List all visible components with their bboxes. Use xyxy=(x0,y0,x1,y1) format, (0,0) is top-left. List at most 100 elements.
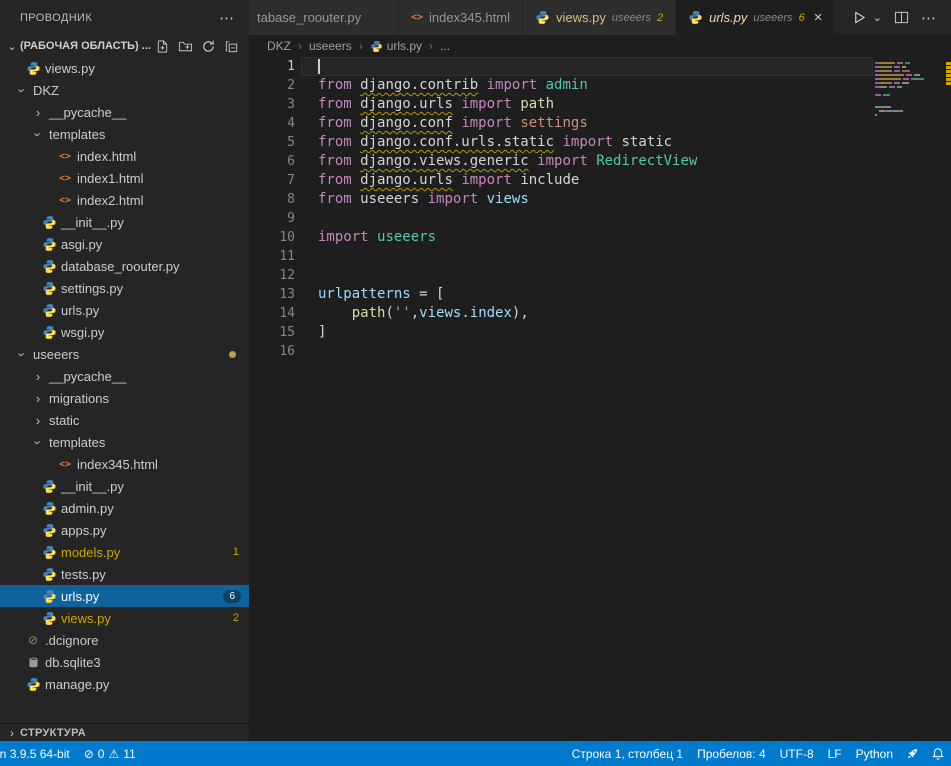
breadcrumb: DKZ›useeers›urls.py›... xyxy=(249,35,951,57)
tab-directory-hint: useeers xyxy=(612,12,651,24)
tree-item-label: index1.html xyxy=(77,171,143,186)
tab-tabase_roouter.py[interactable]: tabase_roouter.py xyxy=(249,0,399,35)
code-line: 13urlpatterns = [ xyxy=(249,285,951,304)
minimap[interactable] xyxy=(873,58,946,122)
tree-item-label: __init__.py xyxy=(61,479,124,494)
tree-item-migrations[interactable]: ›migrations xyxy=(0,387,249,409)
tree-item-views.py[interactable]: views.py2 xyxy=(0,607,249,629)
tree-item-useeers[interactable]: ›useeers xyxy=(0,343,249,365)
code-line: 12 xyxy=(249,266,951,285)
line-number: 15 xyxy=(249,323,295,342)
code-line: 9 xyxy=(249,209,951,228)
warning-mark xyxy=(946,66,951,69)
line-number: 5 xyxy=(249,133,295,152)
tree-item-admin.py[interactable]: admin.py xyxy=(0,497,249,519)
run-dropdown-button[interactable]: ⌄ xyxy=(873,11,882,24)
run-button[interactable] xyxy=(852,10,867,25)
refresh-button[interactable] xyxy=(200,38,216,54)
tree-item-index1.html[interactable]: <>index1.html xyxy=(0,167,249,189)
explorer-more-actions-button[interactable]: ⋯ xyxy=(219,9,235,27)
rocket-icon[interactable] xyxy=(900,747,925,760)
breadcrumb-item[interactable]: useeers xyxy=(309,39,352,53)
line-number: 13 xyxy=(249,285,295,304)
tree-item-templates[interactable]: ›templates xyxy=(0,431,249,453)
tree-item-views.py[interactable]: views.py xyxy=(0,57,249,79)
tree-item-index2.html[interactable]: <>index2.html xyxy=(0,189,249,211)
tree-item-label: static xyxy=(49,413,79,428)
collapse-all-button[interactable] xyxy=(223,38,239,54)
tree-item-index.html[interactable]: <>index.html xyxy=(0,145,249,167)
html-icon: <> xyxy=(411,12,423,23)
tab-problems-badge: 6 xyxy=(799,12,805,24)
breadcrumb-item[interactable]: DKZ xyxy=(267,39,291,53)
tree-item-manage.py[interactable]: manage.py xyxy=(0,673,249,695)
explorer-sidebar: ПРОВОДНИК ⋯ ⌄ (РАБОЧАЯ ОБЛАСТЬ) ... view… xyxy=(0,0,249,741)
ignore-file-icon: ⊘ xyxy=(24,633,42,647)
tree-item-asgi.py[interactable]: asgi.py xyxy=(0,233,249,255)
line-number: 9 xyxy=(249,209,295,228)
tree-item-db.sqlite3[interactable]: db.sqlite3 xyxy=(0,651,249,673)
tab-directory-hint: useeers xyxy=(753,12,792,24)
tree-item-label: .dcignore xyxy=(45,633,98,648)
folder-chevron-icon: › xyxy=(15,346,30,362)
tree-item-index345.html[interactable]: <>index345.html xyxy=(0,453,249,475)
new-folder-button[interactable] xyxy=(177,38,193,54)
tree-item-settings.py[interactable]: settings.py xyxy=(0,277,249,299)
code-line: 15] xyxy=(249,323,951,342)
tree-item-DKZ[interactable]: ›DKZ xyxy=(0,79,249,101)
problems-badge: 2 xyxy=(233,612,239,624)
status-indentation[interactable]: Пробелов: 4 xyxy=(690,747,773,761)
tree-item-apps.py[interactable]: apps.py xyxy=(0,519,249,541)
tab-index345.html[interactable]: <>index345.html xyxy=(399,0,523,35)
status-line-col[interactable]: Строка 1, столбец 1 xyxy=(565,747,690,761)
tree-item-wsgi.py[interactable]: wsgi.py xyxy=(0,321,249,343)
python-icon xyxy=(40,303,58,318)
close-icon[interactable]: × xyxy=(814,10,823,25)
tree-item-__init__.py[interactable]: __init__.py xyxy=(0,475,249,497)
tree-item-__init__.py[interactable]: __init__.py xyxy=(0,211,249,233)
workspace-label: (РАБОЧАЯ ОБЛАСТЬ) ... xyxy=(20,40,151,52)
notifications-bell-icon[interactable] xyxy=(925,747,951,761)
line-number: 10 xyxy=(249,228,295,247)
text-cursor xyxy=(318,59,320,74)
code-editor[interactable]: 12from django.contrib import admin3from … xyxy=(249,57,951,741)
workspace-header[interactable]: ⌄ (РАБОЧАЯ ОБЛАСТЬ) ... xyxy=(0,35,249,57)
python-icon xyxy=(40,325,58,340)
breadcrumb-item[interactable]: urls.py xyxy=(370,39,422,53)
tab-views.py[interactable]: views.pyuseeers2 xyxy=(523,0,676,35)
editor-more-actions-button[interactable]: ⋯ xyxy=(921,9,937,27)
tree-item-.dcignore[interactable]: ⊘.dcignore xyxy=(0,629,249,651)
status-eol[interactable]: LF xyxy=(821,747,849,761)
new-file-button[interactable] xyxy=(154,38,170,54)
tree-item-database_roouter.py[interactable]: database_roouter.py xyxy=(0,255,249,277)
warning-mark xyxy=(946,78,951,81)
python-icon xyxy=(40,215,58,230)
tree-item-__pycache__[interactable]: ›__pycache__ xyxy=(0,101,249,123)
tree-item-label: index345.html xyxy=(77,457,158,472)
tree-item-urls.py[interactable]: urls.py6 xyxy=(0,585,249,607)
status-problems[interactable]: ⊘ 0 ⚠ 11 xyxy=(76,747,144,761)
tab-urls.py[interactable]: urls.py useeers 6 × xyxy=(676,0,835,35)
tree-item-templates[interactable]: ›templates xyxy=(0,123,249,145)
tree-item-__pycache__[interactable]: ›__pycache__ xyxy=(0,365,249,387)
tab-label: urls.py xyxy=(709,10,747,25)
python-icon xyxy=(24,677,42,692)
status-python-interpreter[interactable]: Python 3.9.5 64-bit xyxy=(0,747,76,761)
line-number: 12 xyxy=(249,266,295,285)
warning-mark xyxy=(946,74,951,77)
warning-mark xyxy=(946,82,951,85)
python-icon xyxy=(40,237,58,252)
status-language[interactable]: Python xyxy=(849,747,900,761)
tree-item-tests.py[interactable]: tests.py xyxy=(0,563,249,585)
tree-item-label: templates xyxy=(49,127,105,142)
code-line: 1 xyxy=(249,57,951,76)
tree-item-models.py[interactable]: models.py1 xyxy=(0,541,249,563)
tree-item-urls.py[interactable]: urls.py xyxy=(0,299,249,321)
split-editor-button[interactable] xyxy=(894,10,909,25)
warning-mark xyxy=(946,70,951,73)
tree-item-static[interactable]: ›static xyxy=(0,409,249,431)
breadcrumb-item[interactable]: ... xyxy=(440,39,450,53)
status-encoding[interactable]: UTF-8 xyxy=(773,747,821,761)
tree-item-label: manage.py xyxy=(45,677,109,692)
outline-section-header[interactable]: › СТРУКТУРА xyxy=(0,723,249,741)
